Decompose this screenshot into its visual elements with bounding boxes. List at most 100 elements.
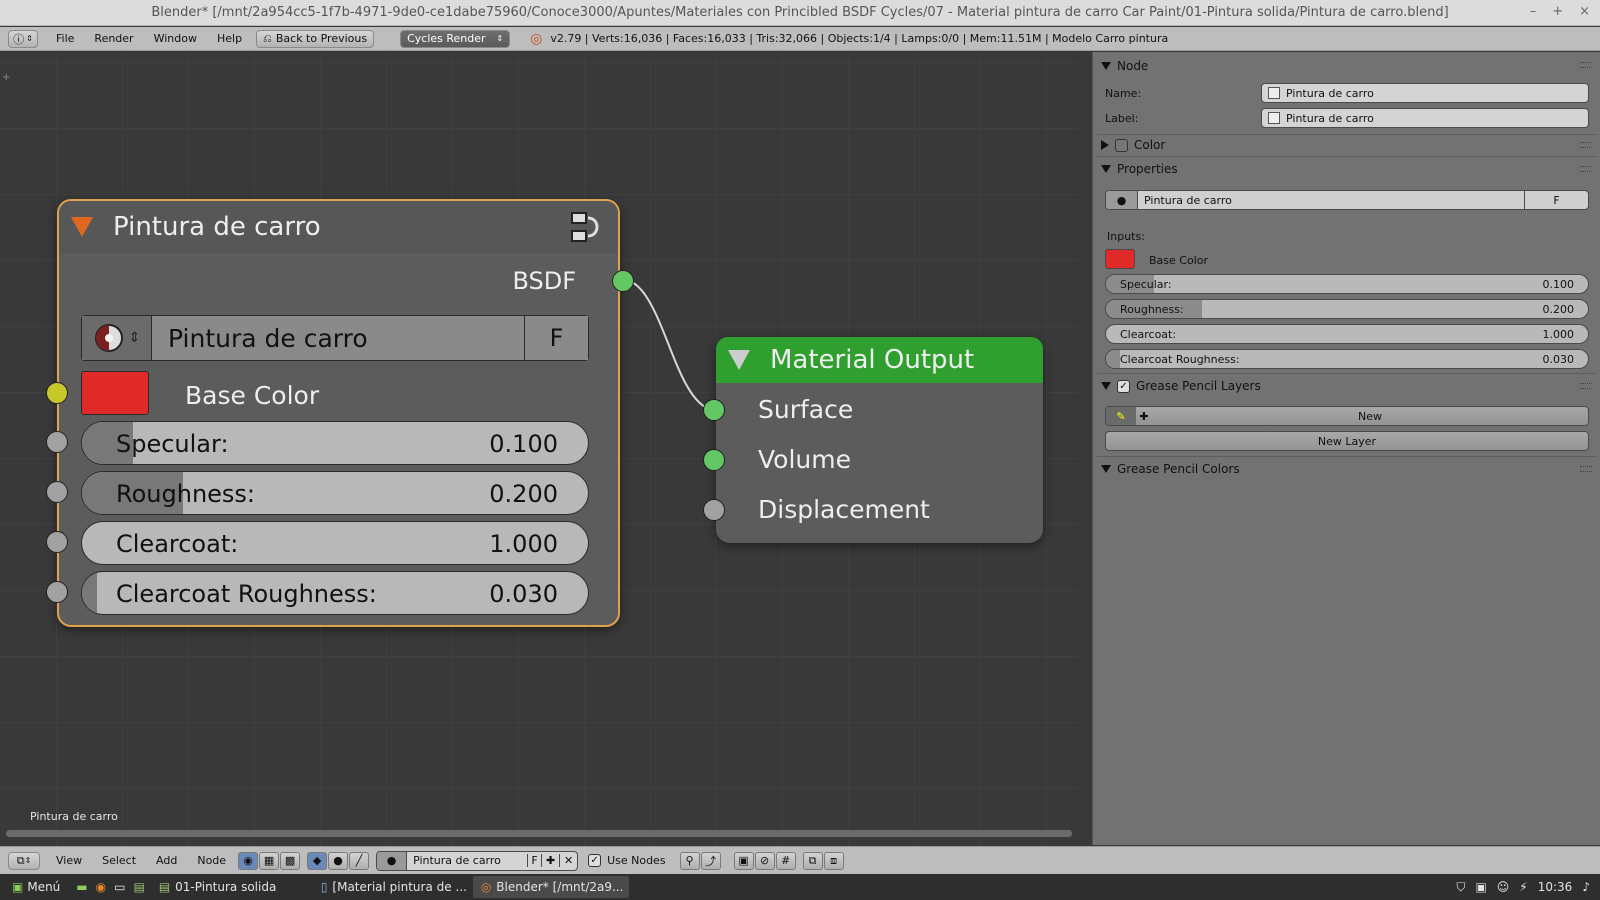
drag-grip-icon[interactable] xyxy=(1580,62,1592,68)
terminal-icon[interactable]: ▭ xyxy=(114,880,125,894)
specular-slider[interactable]: Specular: 0.100 xyxy=(81,421,589,465)
menu-help[interactable]: Help xyxy=(207,32,252,45)
drag-grip-icon[interactable] xyxy=(1580,383,1592,389)
displacement-socket[interactable] xyxy=(703,499,725,521)
close-button[interactable]: × xyxy=(1579,4,1590,19)
pencil-icon[interactable]: ✎ xyxy=(1106,407,1136,425)
material-selector[interactable]: ● Pintura de carro F ✚ ✕ xyxy=(376,850,579,871)
material-sphere-icon[interactable]: ● xyxy=(1106,191,1138,209)
task-files-window[interactable]: ▤ 01-Pintura solida xyxy=(151,876,309,898)
base-color-socket[interactable] xyxy=(46,382,68,404)
snap-icon[interactable]: ⊘ xyxy=(754,851,775,870)
volume-icon[interactable]: ♪ xyxy=(1582,880,1590,894)
roughness-slider[interactable]: Roughness: 0.200 xyxy=(81,471,589,515)
drag-grip-icon[interactable] xyxy=(1580,466,1592,472)
add-material-icon[interactable]: ✚ xyxy=(541,854,559,867)
grease-pencil-layers-header[interactable]: ✓ Grease Pencil Layers xyxy=(1093,375,1600,397)
texture-nodes-icon[interactable]: ▩ xyxy=(280,851,301,870)
user-icon[interactable]: ☺ xyxy=(1497,880,1510,894)
snap-mode-icon[interactable]: # xyxy=(775,851,796,870)
group-datablock-selector[interactable]: ⇕ Pintura de carro F xyxy=(81,315,589,361)
group-datablock-name[interactable]: Pintura de carro xyxy=(152,316,524,360)
shader-nodes-icon[interactable]: ◉ xyxy=(238,851,259,870)
surface-socket[interactable] xyxy=(703,399,725,421)
minimize-button[interactable]: – xyxy=(1530,4,1537,19)
clock[interactable]: 10:36 xyxy=(1538,880,1573,894)
datablock-browse-button[interactable]: ⇕ xyxy=(82,316,152,360)
editor-type-button[interactable]: ⧉ ⇕ xyxy=(8,851,40,870)
add-icon[interactable]: ✚ xyxy=(1136,410,1152,423)
object-shader-icon[interactable]: ◆ xyxy=(307,851,328,870)
menu-file[interactable]: File xyxy=(46,32,84,45)
shield-icon[interactable]: ⛉ xyxy=(1456,880,1465,895)
menu-view[interactable]: View xyxy=(46,854,92,867)
task-blender-window[interactable]: ◎ Blender* [/mnt/2a9... xyxy=(472,876,629,898)
copy-nodes-icon[interactable]: ⧉ xyxy=(802,851,823,870)
node-editor[interactable]: + Pintura de carro BSDF ⇕ Pintura de car… xyxy=(0,52,1079,845)
new-layer-button[interactable]: New Layer xyxy=(1105,431,1589,451)
menu-select[interactable]: Select xyxy=(92,854,146,867)
base-color-swatch[interactable] xyxy=(81,371,149,415)
use-nodes-checkbox[interactable]: ✓ xyxy=(588,854,602,867)
paste-nodes-icon[interactable]: ⧈ xyxy=(823,851,844,870)
clearcoat-socket[interactable] xyxy=(46,531,68,553)
firefox-icon[interactable]: ◉ xyxy=(96,880,106,894)
bsdf-output-socket[interactable] xyxy=(612,270,634,292)
base-color-swatch[interactable] xyxy=(1105,249,1135,269)
back-to-previous-button[interactable]: ⎌ Back to Previous xyxy=(256,29,375,48)
clearcoat-slider[interactable]: Clearcoat: 1.000 xyxy=(81,521,589,565)
name-field[interactable]: Pintura de carro xyxy=(1261,83,1589,103)
properties-datablock-selector[interactable]: ● Pintura de carro F xyxy=(1105,190,1589,210)
maximize-button[interactable]: + xyxy=(1552,4,1563,19)
render-engine-select[interactable]: Cycles Render ⇕ xyxy=(400,29,511,48)
material-sphere-icon[interactable]: ● xyxy=(377,851,408,870)
group-node[interactable]: Pintura de carro BSDF ⇕ Pintura de carro… xyxy=(46,199,634,627)
menu-window[interactable]: Window xyxy=(144,32,207,45)
fake-user-button[interactable]: F xyxy=(527,854,541,867)
node-group-icon[interactable] xyxy=(568,209,604,245)
linestyle-shader-icon[interactable]: ╱ xyxy=(349,851,370,870)
pin-icon[interactable]: ⚲ xyxy=(679,851,700,870)
color-checkbox[interactable] xyxy=(1115,138,1128,152)
world-shader-icon[interactable]: ● xyxy=(328,851,349,870)
roughness-socket[interactable] xyxy=(46,481,68,503)
unlink-material-icon[interactable]: ✕ xyxy=(559,854,577,867)
menu-render[interactable]: Render xyxy=(84,32,143,45)
clearcoat-roughness-slider[interactable]: Clearcoat Roughness: 0.030 xyxy=(1105,349,1589,369)
roughness-slider[interactable]: Roughness: 0.200 xyxy=(1105,299,1589,319)
compositing-nodes-icon[interactable]: ▦ xyxy=(259,851,280,870)
show-desktop-icon[interactable]: ▬ xyxy=(76,880,87,894)
horizontal-scrollbar[interactable] xyxy=(6,830,1072,837)
collapse-triangle-icon[interactable] xyxy=(728,350,750,370)
base-color-field[interactable] xyxy=(81,371,149,415)
clearcoat-roughness-slider[interactable]: Clearcoat Roughness: 0.030 xyxy=(81,571,589,615)
specular-slider[interactable]: Specular: 0.100 xyxy=(1105,274,1589,294)
backdrop-icon[interactable]: ▣ xyxy=(733,851,754,870)
volume-socket[interactable] xyxy=(703,449,725,471)
new-grease-pencil-button[interactable]: New xyxy=(1152,410,1588,423)
network-icon[interactable]: ⚡ xyxy=(1519,880,1527,894)
label-field[interactable]: Pintura de carro xyxy=(1261,108,1589,128)
updates-icon[interactable]: ▣ xyxy=(1475,880,1486,894)
menu-add[interactable]: Add xyxy=(146,854,187,867)
properties-datablock-name[interactable]: Pintura de carro xyxy=(1138,194,1524,207)
clearcoat-roughness-socket[interactable] xyxy=(46,581,68,603)
editor-type-button[interactable]: ⓘ ⇕ xyxy=(8,29,38,48)
files-icon[interactable]: ▤ xyxy=(133,880,144,894)
grease-pencil-colors-header[interactable]: Grease Pencil Colors xyxy=(1093,458,1600,480)
clearcoat-slider[interactable]: Clearcoat: 1.000 xyxy=(1105,324,1589,344)
menu-node[interactable]: Node xyxy=(187,854,236,867)
fake-user-button[interactable]: F xyxy=(524,316,588,360)
properties-panel-header[interactable]: Properties xyxy=(1093,158,1600,180)
material-output-node[interactable]: Material Output Surface Volume Displacem… xyxy=(703,337,1043,543)
start-menu-button[interactable]: ▣ Menú xyxy=(4,876,68,898)
material-name[interactable]: Pintura de carro xyxy=(407,854,527,867)
drag-grip-icon[interactable] xyxy=(1580,142,1592,148)
color-panel-header[interactable]: Color xyxy=(1093,134,1600,156)
drag-grip-icon[interactable] xyxy=(1580,166,1592,172)
go-parent-icon[interactable]: ⤴ xyxy=(700,851,721,870)
specular-socket[interactable] xyxy=(46,431,68,453)
node-panel-header[interactable]: Node xyxy=(1093,55,1600,77)
group-node-header[interactable]: Pintura de carro xyxy=(59,201,618,253)
grease-pencil-checkbox[interactable]: ✓ xyxy=(1117,379,1130,393)
